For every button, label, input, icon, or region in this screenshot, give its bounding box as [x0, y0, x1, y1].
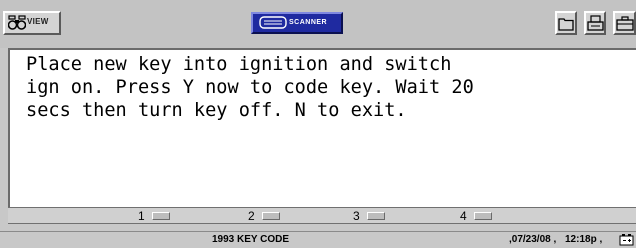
- view-label: VIEW: [27, 17, 49, 26]
- message-panel: Place new key into ignition and switch i…: [8, 48, 636, 207]
- status-time: 12:18p ,: [565, 234, 603, 245]
- function-key-number: 3: [353, 209, 360, 223]
- scanner-button[interactable]: SCANNER: [251, 12, 343, 34]
- function-key-number: 1: [138, 209, 145, 223]
- battery-icon: [619, 234, 634, 246]
- function-key-indicator: [367, 212, 385, 220]
- printer-icon: [587, 15, 604, 31]
- binoculars-icon: [8, 15, 26, 30]
- function-key-strip: 1 2 3 4: [8, 207, 636, 224]
- toolbar: VIEW SCANNER: [0, 0, 636, 48]
- function-key-number: 4: [460, 209, 467, 223]
- view-button[interactable]: VIEW: [3, 11, 61, 35]
- print-button[interactable]: [584, 11, 606, 35]
- toolbox-button[interactable]: [613, 11, 636, 35]
- message-text: Place new key into ignition and switch i…: [26, 54, 474, 121]
- function-key-indicator: [474, 212, 492, 220]
- status-bar: 1993 KEY CODE ,07/23/08 , 12:18p ,: [0, 231, 636, 248]
- folder-icon: [558, 18, 574, 31]
- toolbox-icon: [616, 16, 634, 31]
- screen-title: 1993 KEY CODE: [212, 234, 290, 245]
- scanner-icon: [259, 16, 287, 29]
- function-key-indicator: [262, 212, 280, 220]
- status-date: ,07/23/08 ,: [509, 234, 557, 245]
- function-key-number: 2: [248, 209, 255, 223]
- function-key-indicator: [152, 212, 170, 220]
- folder-button[interactable]: [555, 11, 577, 35]
- scanner-label: SCANNER: [289, 19, 328, 26]
